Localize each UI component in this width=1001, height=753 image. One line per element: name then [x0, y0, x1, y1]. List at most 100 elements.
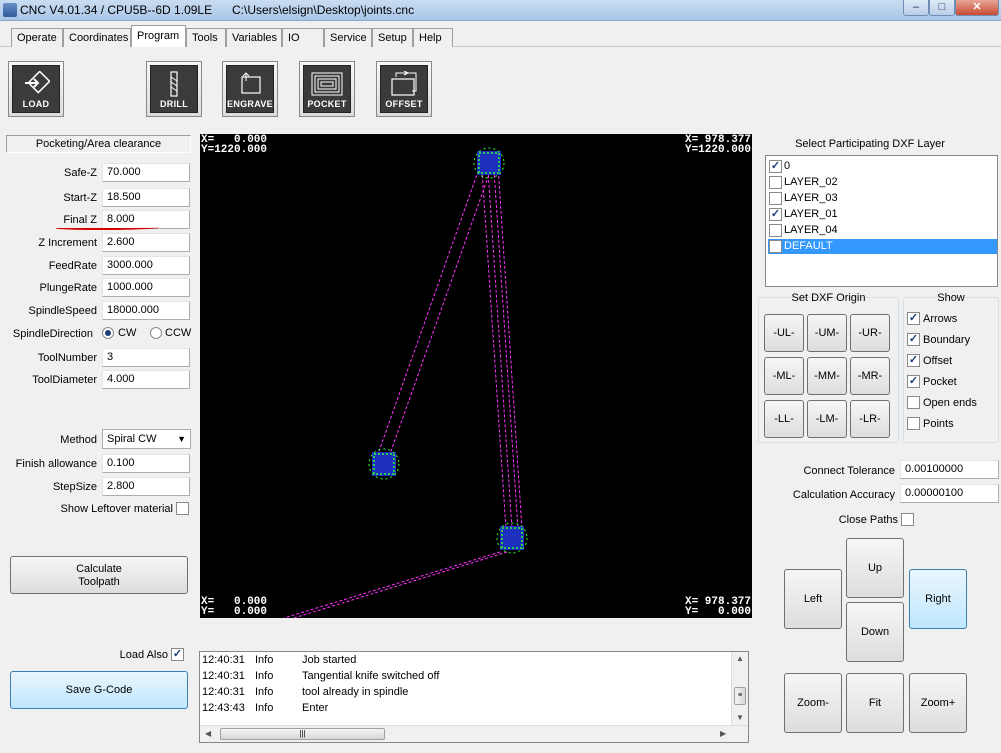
- layer-item[interactable]: LAYER_04: [768, 223, 997, 238]
- tab-program[interactable]: Program: [131, 25, 186, 47]
- jog-down-button[interactable]: Down: [846, 602, 904, 662]
- drill-button[interactable]: DRILL: [146, 61, 202, 117]
- pocketing-group-title: Pocketing/Area clearance: [6, 135, 191, 153]
- dxf-layer-list[interactable]: ✓ 0 LAYER_02 LAYER_03 ✓ LAYER_01 LAYER_0…: [765, 155, 998, 287]
- pocket-button[interactable]: POCKET: [299, 61, 355, 117]
- tab-tools[interactable]: Tools: [186, 28, 226, 47]
- show-arrows-checkbox[interactable]: ✓: [907, 312, 920, 325]
- method-select[interactable]: Spiral CW ▼: [102, 429, 191, 449]
- layer-item[interactable]: ✓ LAYER_01: [768, 207, 997, 222]
- spindledirection-label: SpindleDirection: [12, 328, 93, 340]
- jog-up-button[interactable]: Up: [846, 538, 904, 598]
- jog-left-button[interactable]: Left: [784, 569, 842, 629]
- toolpath-canvas[interactable]: X= 0.000 Y=1220.000 X= 978.377 Y=1220.00…: [200, 134, 752, 618]
- log-horizontal-scroll-thumb[interactable]: |||: [220, 728, 385, 740]
- show-open-ends-checkbox[interactable]: [907, 396, 920, 409]
- close-button[interactable]: ✕: [955, 0, 999, 16]
- layer-checkbox[interactable]: [769, 224, 782, 237]
- origin-mm-button[interactable]: -MM-: [807, 357, 847, 395]
- layer-name: LAYER_02: [784, 176, 838, 188]
- show-offset-checkbox[interactable]: ✓: [907, 354, 920, 367]
- maximize-button[interactable]: □: [929, 0, 955, 16]
- stepsize-field[interactable]: 2.800: [102, 477, 190, 496]
- layer-checkbox[interactable]: [769, 176, 782, 189]
- log-message: tool already in spindle: [302, 686, 409, 698]
- feedrate-label: FeedRate: [48, 260, 97, 272]
- layer-item[interactable]: DEFAULT: [768, 239, 997, 254]
- close-paths-label: Close Paths: [838, 514, 898, 526]
- zoom-out-button[interactable]: Zoom-: [784, 673, 842, 733]
- show-pocket-checkbox[interactable]: ✓: [907, 375, 920, 388]
- origin-um-button[interactable]: -UM-: [807, 314, 847, 352]
- method-value: Spiral CW: [107, 433, 157, 445]
- show-arrows-label: Arrows: [923, 313, 958, 325]
- tab-io[interactable]: IO: [282, 28, 324, 47]
- scroll-down-icon[interactable]: ▼: [736, 713, 744, 722]
- log-vertical-scrollbar[interactable]: ▲ ≡ ▼: [731, 652, 748, 725]
- connect-tolerance-field[interactable]: 0.00100000: [900, 460, 999, 479]
- connect-tolerance-label: Connect Tolerance: [803, 465, 895, 477]
- zoom-in-button[interactable]: Zoom+: [909, 673, 967, 733]
- ccw-label: CCW: [165, 327, 192, 339]
- show-boundary-checkbox[interactable]: ✓: [907, 333, 920, 346]
- spindlespeed-label: SpindleSpeed: [28, 305, 97, 317]
- show-points-checkbox[interactable]: [907, 417, 920, 430]
- load-also-checkbox[interactable]: ✓: [171, 648, 184, 661]
- feedrate-field[interactable]: 3000.000: [102, 256, 190, 275]
- toolpath-drawing: [283, 147, 528, 618]
- log-level: Info: [255, 654, 274, 666]
- calculate-label-line2: Toolpath: [78, 576, 120, 588]
- dxf-origin-title: Set DXF Origin: [791, 292, 866, 304]
- layer-item[interactable]: ✓ 0: [768, 159, 997, 174]
- cw-radio[interactable]: [102, 327, 114, 339]
- spindlespeed-field[interactable]: 18000.000: [102, 301, 190, 320]
- origin-ml-button[interactable]: -ML-: [764, 357, 804, 395]
- plungerate-field[interactable]: 1000.000: [102, 278, 190, 297]
- calc-accuracy-field[interactable]: 0.00000100: [900, 484, 999, 503]
- layer-checkbox[interactable]: [769, 240, 782, 253]
- jog-right-button[interactable]: Right: [909, 569, 967, 629]
- log-vertical-scroll-thumb[interactable]: ≡: [734, 687, 746, 705]
- ccw-radio[interactable]: [150, 327, 162, 339]
- origin-ur-button[interactable]: -UR-: [850, 314, 890, 352]
- calculate-toolpath-button[interactable]: Calculate Toolpath: [10, 556, 188, 594]
- tab-variables[interactable]: Variables: [226, 28, 282, 47]
- toolnumber-field[interactable]: 3: [102, 348, 190, 367]
- show-leftover-checkbox[interactable]: [176, 502, 189, 515]
- tab-operate[interactable]: Operate: [11, 28, 63, 47]
- layer-item[interactable]: LAYER_02: [768, 175, 997, 190]
- safe-z-field[interactable]: 70.000: [102, 163, 190, 182]
- origin-ul-button[interactable]: -UL-: [764, 314, 804, 352]
- tab-coordinates[interactable]: Coordinates: [63, 28, 131, 47]
- tooldiameter-field[interactable]: 4.000: [102, 370, 190, 389]
- origin-mr-button[interactable]: -MR-: [850, 357, 890, 395]
- layer-item[interactable]: LAYER_03: [768, 191, 997, 206]
- start-z-field[interactable]: 18.500: [102, 188, 190, 207]
- log-horizontal-scrollbar[interactable]: ◀ ||| ▶: [200, 725, 748, 742]
- offset-button[interactable]: OFFSET: [376, 61, 432, 117]
- layer-checkbox[interactable]: ✓: [769, 208, 782, 221]
- tab-setup[interactable]: Setup: [372, 28, 413, 47]
- fit-button[interactable]: Fit: [846, 673, 904, 733]
- show-open-ends-label: Open ends: [923, 397, 977, 409]
- finish-allowance-field[interactable]: 0.100: [102, 454, 190, 473]
- scroll-right-icon[interactable]: ▶: [720, 729, 726, 738]
- engrave-button[interactable]: ENGRAVE: [222, 61, 278, 117]
- message-log[interactable]: 12:40:31 Info Job started 12:40:31 Info …: [199, 651, 749, 743]
- layer-checkbox[interactable]: ✓: [769, 160, 782, 173]
- minimize-button[interactable]: –: [903, 0, 929, 16]
- tab-help[interactable]: Help: [413, 28, 453, 47]
- origin-lm-button[interactable]: -LM-: [807, 400, 847, 438]
- close-paths-checkbox[interactable]: [901, 513, 914, 526]
- scroll-left-icon[interactable]: ◀: [205, 729, 211, 738]
- layer-checkbox[interactable]: [769, 192, 782, 205]
- scroll-up-icon[interactable]: ▲: [736, 654, 744, 663]
- z-increment-field[interactable]: 2.600: [102, 233, 190, 252]
- origin-ll-button[interactable]: -LL-: [764, 400, 804, 438]
- load-button[interactable]: LOAD: [8, 61, 64, 117]
- save-gcode-button[interactable]: Save G-Code: [10, 671, 188, 709]
- origin-lr-button[interactable]: -LR-: [850, 400, 890, 438]
- tab-service[interactable]: Service: [324, 28, 372, 47]
- layer-name: LAYER_01: [784, 208, 838, 220]
- show-points-label: Points: [923, 418, 954, 430]
